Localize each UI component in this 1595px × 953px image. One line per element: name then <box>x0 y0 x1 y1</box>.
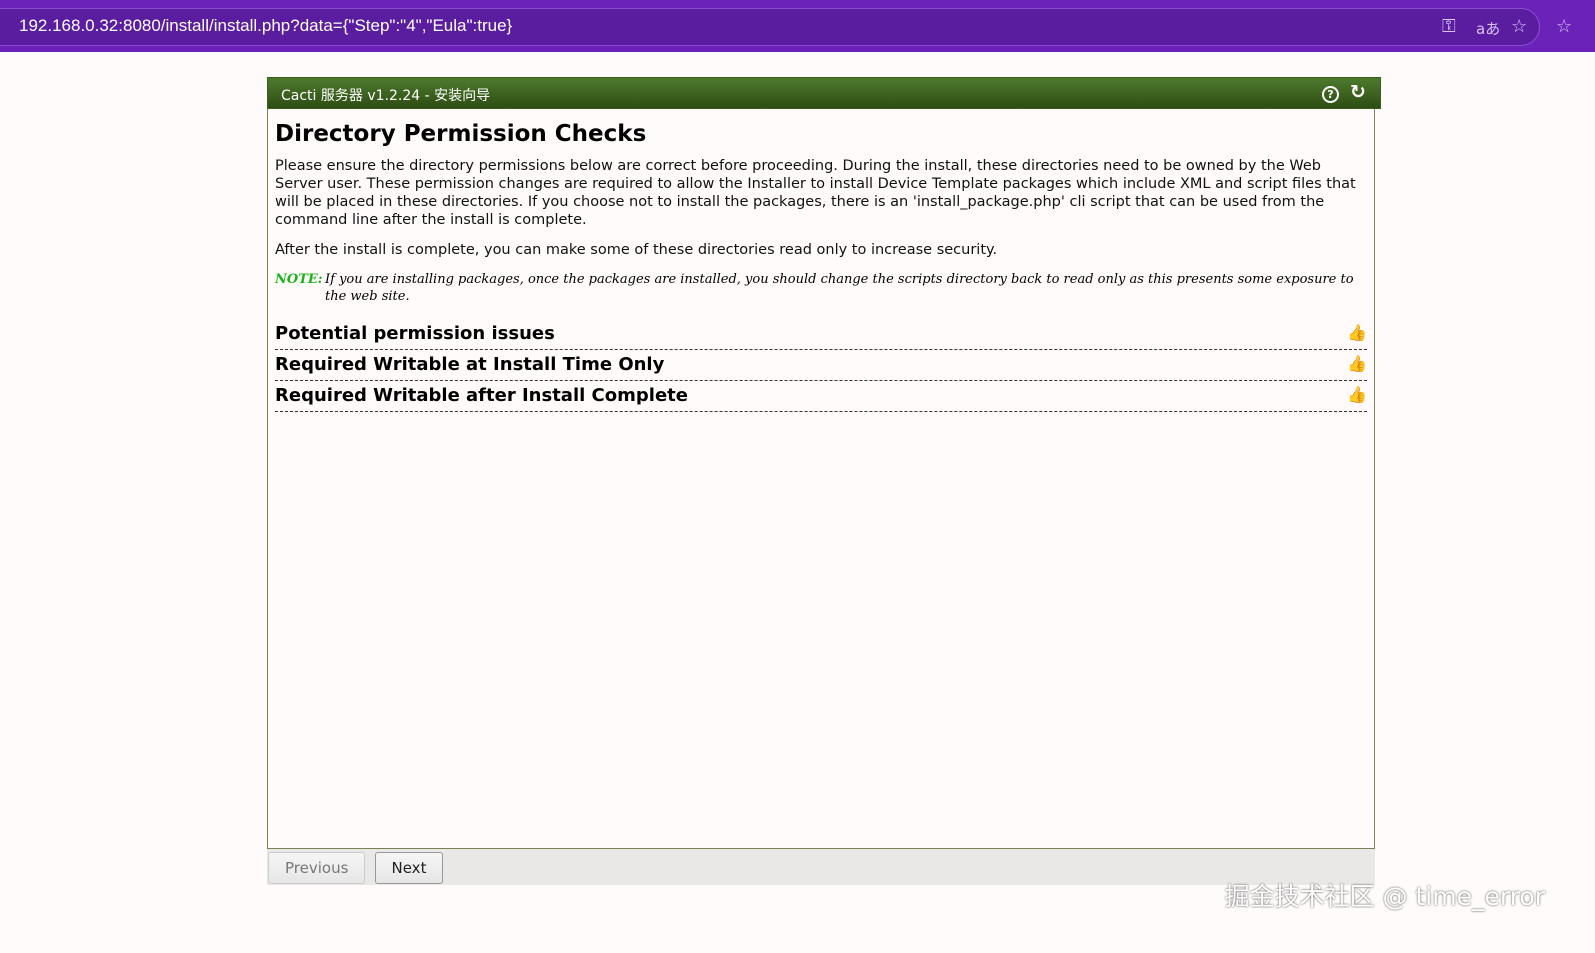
previous-button[interactable]: Previous <box>268 852 366 884</box>
section-label: Required Writable after Install Complete <box>275 385 688 406</box>
note: NOTE: If you are installing packages, on… <box>275 271 1367 305</box>
panel-footer: Previous Next <box>267 849 1375 885</box>
install-wizard-panel: Cacti 服务器 v1.2.24 - 安装向导 ? ↻ Directory P… <box>267 77 1381 885</box>
next-button[interactable]: Next <box>374 852 444 884</box>
translate-icon[interactable]: aあ <box>1476 18 1500 39</box>
note-text: If you are installing packages, once the… <box>325 272 1354 304</box>
intro-text: Please ensure the directory permissions … <box>275 158 1356 228</box>
refresh-icon[interactable]: ↻ <box>1350 81 1366 103</box>
note-label: NOTE: <box>275 272 323 287</box>
url-text[interactable]: 192.168.0.32:8080/install/install.php?da… <box>19 16 512 36</box>
thumbs-up-icon: 👍 <box>1347 385 1367 404</box>
browser-toolbar: 192.168.0.32:8080/install/install.php?da… <box>0 0 1595 52</box>
thumbs-up-icon: 👍 <box>1347 323 1367 342</box>
page-title: Directory Permission Checks <box>275 121 647 147</box>
section-writable-install-time[interactable]: Required Writable at Install Time Only 👍 <box>275 350 1367 381</box>
panel-title: Cacti 服务器 v1.2.24 - 安装向导 <box>281 88 491 104</box>
key-icon[interactable]: ⚿ <box>1442 16 1456 37</box>
section-label: Potential permission issues <box>275 323 555 344</box>
section-label: Required Writable at Install Time Only <box>275 354 665 375</box>
section-writable-after-install[interactable]: Required Writable after Install Complete… <box>275 381 1367 412</box>
favorites-icon[interactable]: ☆ <box>1556 16 1572 37</box>
panel-header: Cacti 服务器 v1.2.24 - 安装向导 ? ↻ <box>267 77 1381 109</box>
section-potential-issues[interactable]: Potential permission issues 👍 <box>275 319 1367 350</box>
watermark: 掘金技术社区 @ time_error <box>1224 882 1545 911</box>
panel-body: Directory Permission Checks Please ensur… <box>267 109 1375 849</box>
star-icon[interactable]: ☆ <box>1511 16 1527 37</box>
security-text: After the install is complete, you can m… <box>275 242 998 258</box>
help-icon[interactable]: ? <box>1322 86 1339 103</box>
thumbs-up-icon: 👍 <box>1347 354 1367 373</box>
